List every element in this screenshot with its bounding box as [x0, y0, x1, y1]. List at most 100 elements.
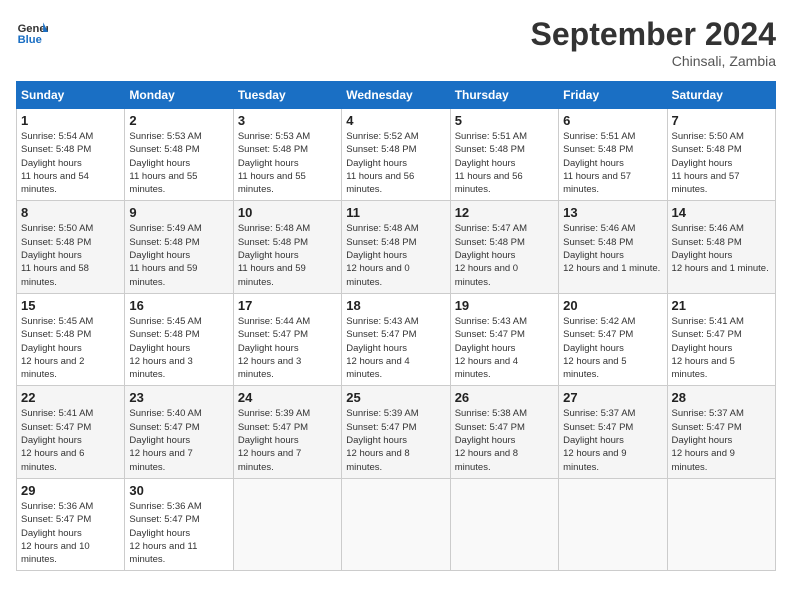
day-info: Sunrise: 5:53 AMSunset: 5:48 PMDaylight …	[129, 131, 201, 195]
column-header-thursday: Thursday	[450, 82, 558, 109]
calendar-cell: 27 Sunrise: 5:37 AMSunset: 5:47 PMDaylig…	[559, 386, 667, 478]
calendar-cell: 9 Sunrise: 5:49 AMSunset: 5:48 PMDayligh…	[125, 201, 233, 293]
day-number: 13	[563, 205, 662, 220]
column-header-sunday: Sunday	[17, 82, 125, 109]
day-number: 25	[346, 390, 445, 405]
day-info: Sunrise: 5:36 AMSunset: 5:47 PMDaylight …	[21, 501, 93, 565]
day-info: Sunrise: 5:36 AMSunset: 5:47 PMDaylight …	[129, 501, 201, 565]
calendar-cell: 8 Sunrise: 5:50 AMSunset: 5:48 PMDayligh…	[17, 201, 125, 293]
day-info: Sunrise: 5:47 AMSunset: 5:48 PMDaylight …	[455, 223, 527, 287]
calendar-cell: 20 Sunrise: 5:42 AMSunset: 5:47 PMDaylig…	[559, 293, 667, 385]
calendar-cell: 1 Sunrise: 5:54 AMSunset: 5:48 PMDayligh…	[17, 109, 125, 201]
day-number: 7	[672, 113, 771, 128]
calendar-week-row: 29 Sunrise: 5:36 AMSunset: 5:47 PMDaylig…	[17, 478, 776, 570]
calendar-cell: 14 Sunrise: 5:46 AMSunset: 5:48 PMDaylig…	[667, 201, 775, 293]
day-info: Sunrise: 5:46 AMSunset: 5:48 PMDaylight …	[672, 223, 769, 274]
day-info: Sunrise: 5:44 AMSunset: 5:47 PMDaylight …	[238, 316, 310, 380]
calendar-week-row: 1 Sunrise: 5:54 AMSunset: 5:48 PMDayligh…	[17, 109, 776, 201]
calendar-cell: 15 Sunrise: 5:45 AMSunset: 5:48 PMDaylig…	[17, 293, 125, 385]
day-number: 27	[563, 390, 662, 405]
calendar-cell: 23 Sunrise: 5:40 AMSunset: 5:47 PMDaylig…	[125, 386, 233, 478]
day-info: Sunrise: 5:41 AMSunset: 5:47 PMDaylight …	[672, 316, 744, 380]
day-number: 10	[238, 205, 337, 220]
day-number: 4	[346, 113, 445, 128]
calendar-cell: 16 Sunrise: 5:45 AMSunset: 5:48 PMDaylig…	[125, 293, 233, 385]
column-header-saturday: Saturday	[667, 82, 775, 109]
calendar-week-row: 15 Sunrise: 5:45 AMSunset: 5:48 PMDaylig…	[17, 293, 776, 385]
logo-icon: General Blue	[16, 16, 48, 48]
day-number: 26	[455, 390, 554, 405]
day-info: Sunrise: 5:39 AMSunset: 5:47 PMDaylight …	[238, 408, 310, 472]
day-info: Sunrise: 5:37 AMSunset: 5:47 PMDaylight …	[672, 408, 744, 472]
month-title: September 2024	[531, 16, 776, 53]
day-info: Sunrise: 5:43 AMSunset: 5:47 PMDaylight …	[455, 316, 527, 380]
calendar-cell: 24 Sunrise: 5:39 AMSunset: 5:47 PMDaylig…	[233, 386, 341, 478]
calendar-cell: 10 Sunrise: 5:48 AMSunset: 5:48 PMDaylig…	[233, 201, 341, 293]
day-number: 6	[563, 113, 662, 128]
calendar-cell: 19 Sunrise: 5:43 AMSunset: 5:47 PMDaylig…	[450, 293, 558, 385]
day-number: 14	[672, 205, 771, 220]
day-number: 29	[21, 483, 120, 498]
calendar-header-row: SundayMondayTuesdayWednesdayThursdayFrid…	[17, 82, 776, 109]
day-number: 12	[455, 205, 554, 220]
day-info: Sunrise: 5:51 AMSunset: 5:48 PMDaylight …	[563, 131, 635, 195]
calendar-cell: 3 Sunrise: 5:53 AMSunset: 5:48 PMDayligh…	[233, 109, 341, 201]
column-header-friday: Friday	[559, 82, 667, 109]
day-info: Sunrise: 5:52 AMSunset: 5:48 PMDaylight …	[346, 131, 418, 195]
calendar-cell: 26 Sunrise: 5:38 AMSunset: 5:47 PMDaylig…	[450, 386, 558, 478]
calendar-cell	[233, 478, 341, 570]
day-number: 20	[563, 298, 662, 313]
day-info: Sunrise: 5:49 AMSunset: 5:48 PMDaylight …	[129, 223, 201, 287]
day-info: Sunrise: 5:50 AMSunset: 5:48 PMDaylight …	[21, 223, 93, 287]
day-info: Sunrise: 5:37 AMSunset: 5:47 PMDaylight …	[563, 408, 635, 472]
day-info: Sunrise: 5:50 AMSunset: 5:48 PMDaylight …	[672, 131, 744, 195]
column-header-wednesday: Wednesday	[342, 82, 450, 109]
day-number: 9	[129, 205, 228, 220]
column-header-tuesday: Tuesday	[233, 82, 341, 109]
calendar-cell: 4 Sunrise: 5:52 AMSunset: 5:48 PMDayligh…	[342, 109, 450, 201]
column-header-monday: Monday	[125, 82, 233, 109]
day-number: 28	[672, 390, 771, 405]
day-number: 8	[21, 205, 120, 220]
calendar-cell: 2 Sunrise: 5:53 AMSunset: 5:48 PMDayligh…	[125, 109, 233, 201]
day-info: Sunrise: 5:40 AMSunset: 5:47 PMDaylight …	[129, 408, 201, 472]
location-subtitle: Chinsali, Zambia	[531, 53, 776, 69]
page-header: General Blue September 2024 Chinsali, Za…	[16, 16, 776, 69]
calendar-week-row: 8 Sunrise: 5:50 AMSunset: 5:48 PMDayligh…	[17, 201, 776, 293]
calendar-cell: 30 Sunrise: 5:36 AMSunset: 5:47 PMDaylig…	[125, 478, 233, 570]
day-number: 24	[238, 390, 337, 405]
calendar-cell: 17 Sunrise: 5:44 AMSunset: 5:47 PMDaylig…	[233, 293, 341, 385]
calendar-cell: 7 Sunrise: 5:50 AMSunset: 5:48 PMDayligh…	[667, 109, 775, 201]
day-info: Sunrise: 5:48 AMSunset: 5:48 PMDaylight …	[346, 223, 418, 287]
day-number: 22	[21, 390, 120, 405]
calendar-week-row: 22 Sunrise: 5:41 AMSunset: 5:47 PMDaylig…	[17, 386, 776, 478]
day-number: 11	[346, 205, 445, 220]
logo: General Blue	[16, 16, 48, 48]
day-number: 23	[129, 390, 228, 405]
calendar-cell	[667, 478, 775, 570]
day-number: 16	[129, 298, 228, 313]
svg-text:Blue: Blue	[18, 34, 42, 46]
day-info: Sunrise: 5:43 AMSunset: 5:47 PMDaylight …	[346, 316, 418, 380]
day-number: 5	[455, 113, 554, 128]
day-number: 15	[21, 298, 120, 313]
day-info: Sunrise: 5:39 AMSunset: 5:47 PMDaylight …	[346, 408, 418, 472]
calendar-table: SundayMondayTuesdayWednesdayThursdayFrid…	[16, 81, 776, 571]
day-info: Sunrise: 5:54 AMSunset: 5:48 PMDaylight …	[21, 131, 93, 195]
calendar-cell: 6 Sunrise: 5:51 AMSunset: 5:48 PMDayligh…	[559, 109, 667, 201]
calendar-cell: 21 Sunrise: 5:41 AMSunset: 5:47 PMDaylig…	[667, 293, 775, 385]
day-number: 17	[238, 298, 337, 313]
calendar-cell: 22 Sunrise: 5:41 AMSunset: 5:47 PMDaylig…	[17, 386, 125, 478]
day-info: Sunrise: 5:48 AMSunset: 5:48 PMDaylight …	[238, 223, 310, 287]
day-info: Sunrise: 5:51 AMSunset: 5:48 PMDaylight …	[455, 131, 527, 195]
day-number: 30	[129, 483, 228, 498]
calendar-cell: 28 Sunrise: 5:37 AMSunset: 5:47 PMDaylig…	[667, 386, 775, 478]
calendar-cell	[559, 478, 667, 570]
day-info: Sunrise: 5:53 AMSunset: 5:48 PMDaylight …	[238, 131, 310, 195]
day-number: 2	[129, 113, 228, 128]
calendar-cell: 18 Sunrise: 5:43 AMSunset: 5:47 PMDaylig…	[342, 293, 450, 385]
calendar-cell: 13 Sunrise: 5:46 AMSunset: 5:48 PMDaylig…	[559, 201, 667, 293]
day-number: 19	[455, 298, 554, 313]
calendar-cell	[342, 478, 450, 570]
day-info: Sunrise: 5:45 AMSunset: 5:48 PMDaylight …	[21, 316, 93, 380]
